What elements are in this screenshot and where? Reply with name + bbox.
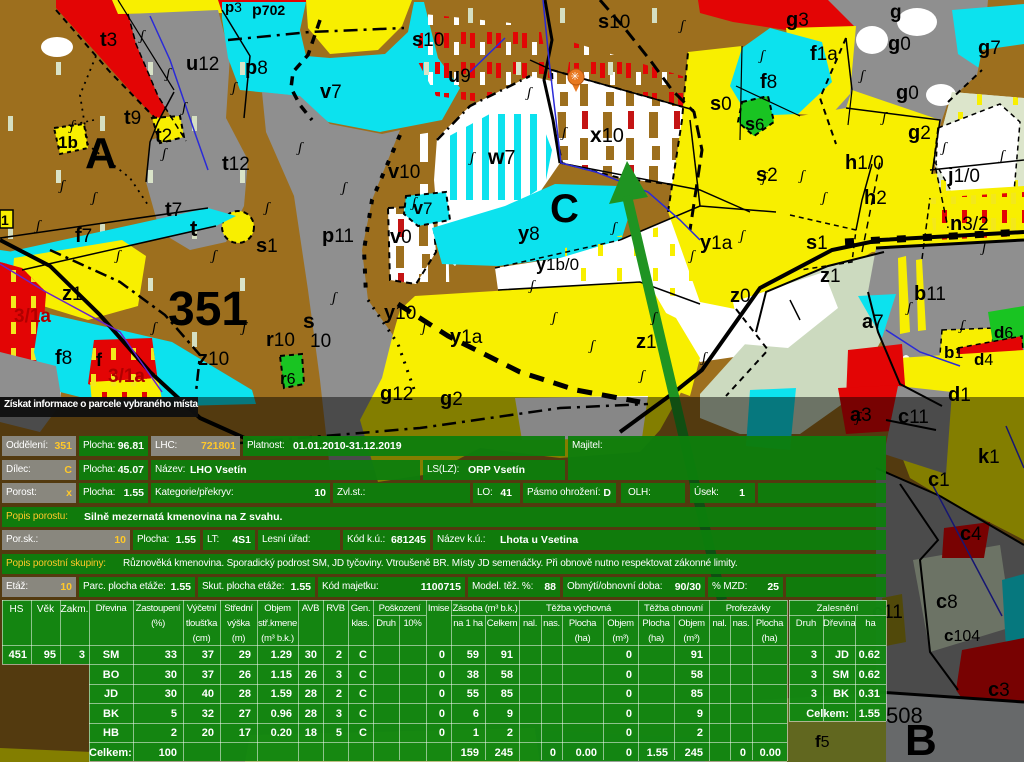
svg-text:✳: ✳ (570, 71, 579, 83)
svg-text:f8: f8 (760, 71, 777, 93)
svg-text:y1a: y1a (450, 326, 483, 348)
svg-text:t: t (190, 216, 198, 241)
svg-text:v10: v10 (388, 161, 420, 183)
svg-text:351: 351 (168, 283, 248, 336)
svg-text:u9: u9 (448, 65, 471, 87)
svg-text:t7: t7 (165, 199, 182, 221)
svg-text:h2: h2 (864, 187, 887, 209)
svg-text:h1/0: h1/0 (845, 152, 884, 174)
svg-text:3/1a: 3/1a (108, 366, 145, 387)
svg-text:s6: s6 (745, 114, 764, 134)
svg-text:1: 1 (1, 212, 9, 228)
svg-text:z1: z1 (636, 331, 657, 353)
svg-text:x10: x10 (590, 124, 624, 147)
svg-text:u12: u12 (186, 53, 219, 75)
svg-text:s0: s0 (710, 93, 732, 115)
svg-text:j1/0: j1/0 (947, 165, 980, 187)
svg-text:p8: p8 (245, 57, 268, 79)
svg-text:g3: g3 (786, 9, 809, 31)
svg-text:3/1a: 3/1a (14, 306, 51, 327)
svg-text:d4: d4 (974, 350, 993, 369)
svg-text:t2: t2 (155, 125, 172, 147)
svg-text:s10: s10 (598, 11, 630, 33)
svg-text:s1: s1 (806, 232, 828, 254)
svg-text:y10: y10 (384, 302, 416, 324)
svg-text:z10: z10 (198, 348, 229, 370)
svg-text:s: s (303, 310, 315, 333)
svg-text:z1: z1 (62, 283, 83, 305)
svg-text:p3: p3 (225, 0, 242, 16)
svg-text:g7: g7 (978, 37, 1001, 59)
svg-text:s10: s10 (412, 29, 444, 51)
svg-text:v0: v0 (390, 226, 412, 248)
svg-text:z0: z0 (730, 285, 751, 307)
svg-text:g: g (890, 2, 902, 23)
svg-text:t12: t12 (222, 153, 250, 175)
svg-text:a7: a7 (862, 311, 884, 333)
svg-text:z1: z1 (820, 265, 841, 287)
svg-text:g0: g0 (888, 33, 911, 55)
svg-text:g0: g0 (896, 82, 919, 104)
svg-text:A: A (85, 129, 117, 178)
svg-text:s1: s1 (256, 235, 278, 257)
svg-text:1b: 1b (58, 133, 78, 152)
svg-text:g2: g2 (908, 122, 931, 144)
svg-text:y1b/0: y1b/0 (536, 254, 579, 274)
svg-text:f7: f7 (75, 225, 92, 247)
svg-text:t9: t9 (124, 107, 141, 129)
svg-text:n3/2: n3/2 (950, 213, 989, 235)
svg-text:t3: t3 (100, 29, 117, 51)
svg-text:v7: v7 (320, 81, 342, 103)
svg-text:v7: v7 (413, 198, 432, 218)
svg-text:p702: p702 (252, 2, 285, 19)
svg-text:r6: r6 (280, 369, 296, 388)
svg-text:d6: d6 (994, 323, 1013, 342)
svg-text:f: f (96, 350, 103, 370)
svg-text:s2: s2 (756, 164, 778, 186)
svg-text:p11: p11 (322, 225, 354, 247)
svg-text:y8: y8 (518, 223, 540, 245)
svg-text:f1a: f1a (810, 43, 838, 65)
svg-text:w7: w7 (487, 146, 515, 169)
svg-text:y1a: y1a (700, 232, 733, 254)
svg-text:b11: b11 (914, 283, 946, 305)
svg-text:b1: b1 (944, 343, 963, 362)
svg-text:r10: r10 (266, 329, 295, 351)
svg-text:f8: f8 (55, 347, 72, 369)
svg-text:10: 10 (310, 331, 331, 352)
svg-text:C: C (550, 187, 579, 231)
